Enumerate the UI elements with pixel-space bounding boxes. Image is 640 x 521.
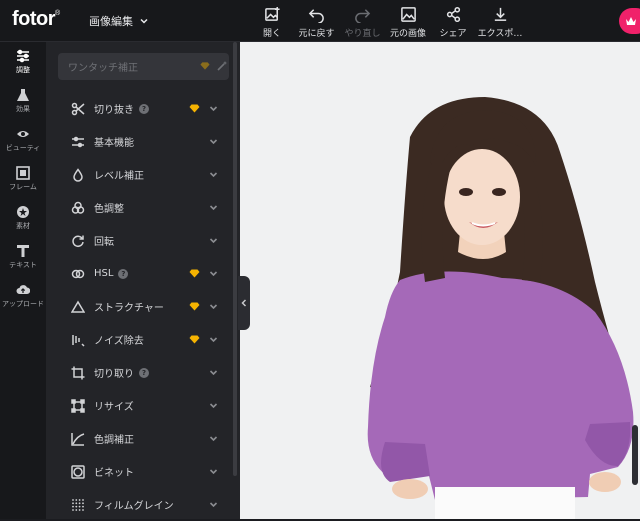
menu-cutout[interactable]: 切り抜き ?: [58, 92, 229, 125]
collapse-panel-button[interactable]: [238, 276, 250, 330]
open-button[interactable]: 開く: [251, 0, 293, 42]
original-image-icon: [400, 7, 416, 22]
one-touch-placeholder: ワンタッチ補正: [68, 63, 138, 74]
drop-icon: [73, 167, 83, 182]
open-image-icon: [264, 6, 280, 21]
menu-grain[interactable]: フィルムグレイン: [58, 488, 229, 521]
nav-frame[interactable]: フレーム: [0, 159, 46, 198]
menu-curves[interactable]: 色調補正: [58, 422, 229, 455]
portrait-photo: [367, 97, 634, 519]
chevron-down-icon: [209, 469, 218, 475]
help-icon[interactable]: ?: [118, 268, 129, 279]
canvas-scrollbar[interactable]: [632, 425, 638, 485]
redo-icon: [355, 9, 371, 23]
menu-hsl[interactable]: HSL ?: [58, 257, 229, 290]
menu-crop[interactable]: 切り取り ?: [58, 356, 229, 389]
sliders-icon: [72, 136, 84, 147]
toolbar: 開く 元に戻す やり直し 元の画像 シェア エクスポ…: [251, 0, 525, 42]
resize-icon: [71, 398, 85, 413]
sticker-icon: [17, 205, 29, 218]
share-icon: [446, 6, 460, 23]
premium-gem-icon: [189, 269, 200, 278]
menu-color[interactable]: 色調整: [58, 191, 229, 224]
chevron-down-icon: [140, 18, 148, 24]
redo-button[interactable]: やり直し: [340, 0, 385, 42]
premium-gem-icon: [189, 302, 200, 311]
chevron-down-icon: [209, 337, 218, 343]
nav-elements[interactable]: 素材: [0, 198, 46, 237]
panel-scrollbar[interactable]: [233, 42, 237, 476]
nav-effects[interactable]: 効果: [0, 81, 46, 120]
flask-icon: [17, 88, 29, 101]
menu-basic[interactable]: 基本機能: [58, 125, 229, 158]
hsl-icon: [71, 269, 85, 278]
magic-wand-icon: [217, 61, 227, 71]
menu-structure[interactable]: ストラクチャー: [58, 290, 229, 323]
one-touch-search[interactable]: ワンタッチ補正: [58, 53, 229, 80]
chevron-down-icon: [209, 436, 218, 442]
share-button[interactable]: シェア: [431, 0, 475, 42]
original-image-button[interactable]: 元の画像: [385, 0, 431, 42]
upload-cloud-icon: [16, 284, 30, 294]
mode-dropdown[interactable]: 画像編集: [89, 13, 149, 29]
undo-button[interactable]: 元に戻す: [293, 0, 340, 42]
menu-vignette[interactable]: ビネット: [58, 455, 229, 488]
adjust-menu: 切り抜き ? 基本機能 レベル補正 色調整 回転 HSL ? ストラクチャー ノ…: [58, 92, 229, 521]
color-circles-icon: [71, 201, 85, 214]
chevron-down-icon: [209, 238, 218, 244]
crown-icon: [626, 17, 636, 25]
crop-icon: [71, 366, 85, 379]
pro-button[interactable]: [619, 8, 640, 34]
eye-icon: [17, 130, 29, 137]
chevron-down-icon: [209, 271, 218, 277]
help-icon[interactable]: ?: [139, 367, 149, 378]
menu-levels[interactable]: レベル補正: [58, 158, 229, 191]
chevron-down-icon: [209, 139, 218, 145]
chevron-down-icon: [209, 304, 218, 310]
image-canvas[interactable]: [240, 42, 640, 519]
rotate-icon: [72, 235, 84, 247]
chevron-left-icon: [241, 299, 247, 307]
grain-icon: [72, 498, 84, 511]
menu-denoise[interactable]: ノイズ除去: [58, 323, 229, 356]
triangle-icon: [71, 300, 85, 313]
scissors-icon: [71, 102, 85, 115]
premium-gem-icon: [189, 104, 200, 113]
vignette-icon: [71, 464, 85, 479]
nav-text[interactable]: テキスト: [0, 237, 46, 276]
premium-gem-icon: [189, 335, 200, 344]
noise-icon: [72, 334, 85, 347]
adjust-panel: ワンタッチ補正 切り抜き ? 基本機能 レベル補正 色調整 回転 HSL ? ス…: [46, 42, 240, 519]
chevron-down-icon: [209, 106, 218, 112]
nav-beauty[interactable]: ビューティ: [0, 120, 46, 159]
export-icon: [494, 7, 506, 21]
chevron-down-icon: [209, 370, 218, 376]
top-bar: fotor® 画像編集 開く 元に戻す やり直し 元の画像 シェア エクスポ…: [0, 0, 640, 42]
chevron-down-icon: [209, 205, 218, 211]
text-icon: [17, 244, 29, 257]
chevron-down-icon: [209, 502, 218, 508]
nav-adjust[interactable]: 調整: [0, 42, 46, 81]
frame-icon: [16, 165, 30, 180]
nav-upload[interactable]: アップロード: [0, 276, 46, 315]
mode-label: 画像編集: [89, 15, 133, 28]
export-button[interactable]: エクスポ…: [475, 0, 525, 42]
chevron-down-icon: [209, 403, 218, 409]
undo-icon: [308, 9, 324, 23]
fotor-logo[interactable]: fotor®: [12, 8, 60, 31]
sliders-icon: [17, 49, 29, 62]
menu-rotate[interactable]: 回転: [58, 224, 229, 257]
premium-gem-icon: [200, 62, 210, 70]
curve-icon: [71, 432, 85, 446]
chevron-down-icon: [209, 172, 218, 178]
menu-resize[interactable]: リサイズ: [58, 389, 229, 422]
help-icon[interactable]: ?: [139, 103, 149, 114]
left-nav: 調整 効果 ビューティ フレーム 素材 テキスト アップロード: [0, 42, 46, 519]
